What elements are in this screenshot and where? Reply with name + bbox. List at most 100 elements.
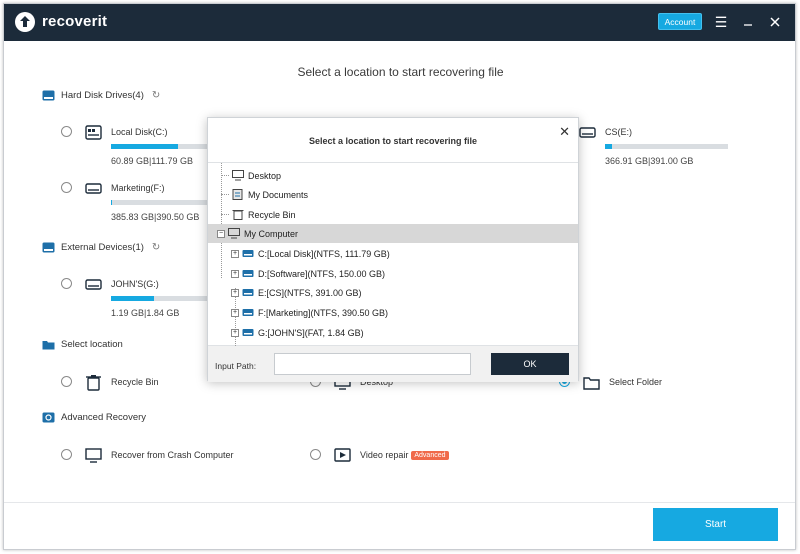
tree-node-my-computer[interactable]: − My Computer — [208, 224, 578, 243]
advanced-recovery-icon — [42, 412, 55, 423]
video-repair-icon — [334, 448, 351, 462]
section-advanced-recovery: Advanced Recovery — [42, 412, 146, 423]
drive-icon — [242, 270, 254, 277]
usb-drive-icon — [242, 329, 254, 336]
radio-button[interactable] — [61, 278, 72, 289]
advanced-badge: Advanced — [411, 451, 449, 460]
tree-node-label: F:[Marketing](NTFS, 390.50 GB) — [258, 307, 389, 318]
drive-icon — [242, 309, 254, 316]
input-path-label: Input Path: — [215, 361, 257, 371]
section-title-label: Advanced Recovery — [61, 412, 147, 423]
tree-node-label: My Computer — [244, 228, 299, 239]
recycle-bin-icon — [86, 375, 101, 391]
tree-node-my-documents[interactable]: My Documents — [208, 185, 578, 204]
tree-node-label: My Documents — [248, 189, 309, 200]
menu-icon[interactable]: ☰ — [712, 13, 730, 31]
expand-icon[interactable]: + — [231, 288, 239, 297]
recycle-bin-icon — [232, 210, 244, 220]
app-brand: recoverit — [42, 13, 108, 30]
tree-node-label: G:[JOHN'S](FAT, 1.84 GB) — [258, 327, 364, 338]
advanced-label: Video repair — [360, 450, 409, 460]
tree-node-drive-d[interactable]: + D:[Software](NTFS, 150.00 GB) — [208, 264, 578, 283]
radio-button[interactable] — [61, 126, 72, 137]
radio-button[interactable] — [61, 449, 72, 460]
tree-node-label: Desktop — [248, 170, 282, 181]
section-select-location: Select location — [42, 339, 123, 350]
usb-drive-icon — [85, 279, 102, 290]
dialog-footer: Input Path: OK — [208, 346, 578, 382]
tree-node-recycle-bin[interactable]: Recycle Bin — [208, 205, 578, 224]
location-label: Select Folder — [609, 377, 663, 387]
advanced-label: Recover from Crash Computer — [111, 450, 234, 460]
drive-option-e[interactable]: CS(E:) 366.91 GB|391.00 GB — [555, 124, 728, 166]
tree-node-label: E:[CS](NTFS, 391.00 GB) — [258, 287, 362, 298]
local-disk-icon — [85, 125, 102, 140]
expand-icon[interactable]: + — [231, 328, 239, 337]
radio-button[interactable] — [61, 182, 72, 193]
location-option-recycle-bin[interactable]: Recycle Bin — [61, 374, 159, 391]
tree-node-drive-c[interactable]: + C:[Local Disk](NTFS, 111.79 GB) — [208, 244, 578, 263]
tree-node-label: Recycle Bin — [248, 209, 296, 220]
radio-button[interactable] — [310, 449, 321, 460]
collapse-icon[interactable]: − — [217, 229, 225, 238]
input-path-field[interactable] — [274, 353, 471, 375]
section-title-label: Hard Disk Drives(4) — [61, 90, 144, 101]
drive-size: 366.91 GB|391.00 GB — [605, 156, 694, 166]
desktop-icon — [232, 170, 244, 181]
section-title-label: Select location — [61, 339, 123, 350]
page-heading: Select a location to start recovering fi… — [297, 65, 504, 79]
folder-icon — [42, 341, 55, 350]
usage-bar-fill — [111, 200, 113, 205]
tree-node-desktop[interactable]: Desktop — [208, 166, 578, 185]
folder-tree: Desktop My Documents Recycle Bin − My Co… — [208, 162, 578, 376]
usage-bar — [605, 144, 728, 149]
location-label: Recycle Bin — [111, 377, 159, 387]
start-button[interactable]: Start — [653, 508, 778, 541]
drive-icon — [242, 250, 254, 257]
footer-divider — [4, 502, 795, 503]
usage-bar-fill — [111, 296, 155, 301]
radio-button[interactable] — [61, 376, 72, 387]
drive-icon — [85, 183, 102, 194]
hard-drive-icon — [42, 90, 55, 101]
dialog-title: Select a location to start recovering fi… — [308, 136, 478, 146]
advanced-option-video-repair[interactable]: Video repair Advanced — [310, 447, 449, 464]
usage-bar-fill — [111, 144, 179, 149]
dialog-close-icon[interactable]: ✕ — [559, 124, 570, 140]
documents-icon — [232, 189, 243, 200]
section-external-devices: External Devices(1) ↻ — [42, 242, 160, 253]
usage-bar-fill — [605, 144, 613, 149]
tree-branch — [221, 175, 229, 176]
select-location-dialog: Select a location to start recovering fi… — [207, 117, 579, 382]
section-title-label: External Devices(1) — [61, 242, 144, 253]
select-folder-icon — [583, 377, 600, 390]
expand-icon[interactable]: + — [231, 269, 239, 278]
advanced-option-crash-computer[interactable]: Recover from Crash Computer — [61, 447, 234, 464]
computer-icon — [228, 228, 240, 239]
title-bar: recoverit Account ☰ — [4, 4, 795, 41]
tree-branch — [221, 194, 229, 195]
expand-icon[interactable]: + — [231, 308, 239, 317]
drive-icon — [579, 127, 596, 138]
external-drive-icon — [42, 242, 55, 253]
tree-node-drive-e[interactable]: + E:[CS](NTFS, 391.00 GB) — [208, 283, 578, 302]
drive-label: CS(E:) — [605, 127, 632, 137]
ok-button[interactable]: OK — [491, 353, 569, 375]
account-button[interactable]: Account — [658, 13, 702, 30]
drive-icon — [242, 289, 254, 296]
crash-computer-icon — [85, 448, 102, 463]
section-hard-disk-drives: Hard Disk Drives(4) ↻ — [42, 90, 160, 101]
refresh-icon[interactable]: ↻ — [152, 90, 160, 101]
tree-node-drive-g[interactable]: + G:[JOHN'S](FAT, 1.84 GB) — [208, 323, 578, 342]
minimize-icon[interactable] — [739, 13, 757, 31]
tree-branch — [221, 214, 229, 215]
tree-node-drive-f[interactable]: + F:[Marketing](NTFS, 390.50 GB) — [208, 303, 578, 322]
advanced-label-row: Video repair Advanced — [360, 450, 449, 460]
refresh-icon[interactable]: ↻ — [152, 242, 160, 253]
recoverit-logo-icon — [15, 12, 35, 32]
tree-node-label: D:[Software](NTFS, 150.00 GB) — [258, 268, 386, 279]
expand-icon[interactable]: + — [231, 249, 239, 258]
app-window: recoverit Account ☰ Select a location to… — [3, 3, 796, 550]
tree-node-label: C:[Local Disk](NTFS, 111.79 GB) — [258, 248, 390, 259]
close-window-icon[interactable] — [766, 13, 784, 31]
